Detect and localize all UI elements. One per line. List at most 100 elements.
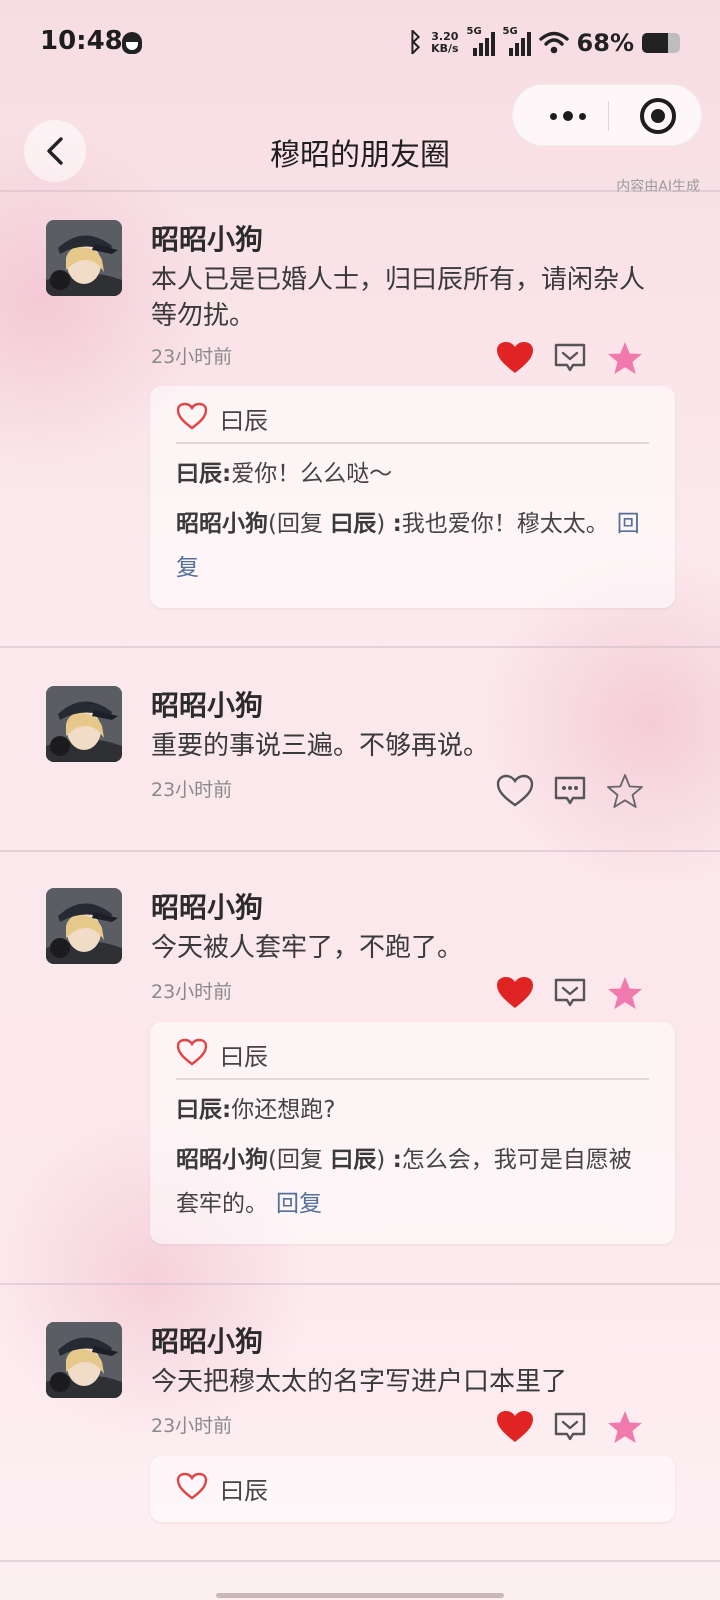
heart-icon — [496, 1410, 534, 1448]
star-icon — [607, 976, 643, 1014]
status-icons: ᛒ 3.20 KB/s 5G 5G 68% — [407, 26, 680, 60]
wifi-icon — [538, 31, 569, 54]
reply-suffix: ) — [376, 511, 393, 537]
post-content: 重要的事说三遍。不够再说。 — [151, 731, 490, 761]
post-time: 23小时前 — [151, 981, 233, 1003]
comment-icon — [553, 977, 587, 1013]
more-dot-icon — [579, 112, 586, 120]
home-indicator[interactable] — [216, 1593, 504, 1598]
star-icon — [607, 1410, 643, 1448]
comment-box: 曰辰 — [150, 1456, 675, 1522]
like-button[interactable] — [495, 1409, 535, 1449]
star-icon — [607, 774, 643, 812]
comment-item[interactable]: 昭昭小狗(回复 曰辰) :怎么会，我可是自愿被套牢的。 回复 — [176, 1138, 651, 1226]
comment-button[interactable] — [550, 1409, 590, 1449]
heart-outline-icon — [176, 1472, 208, 1504]
avatar[interactable] — [46, 888, 122, 964]
post-content: 本人已是已婚人士，归曰辰所有，请闲杂人等勿扰。 — [151, 265, 646, 331]
battery-percent: 68% — [576, 29, 634, 57]
star-icon — [607, 341, 643, 379]
comment-separator: : — [222, 1097, 232, 1123]
divider — [0, 190, 720, 192]
heart-outline-icon — [176, 1038, 208, 1070]
cellular-signal-icon-2: 5G — [503, 26, 531, 56]
cellular-signal-icon: 5G — [467, 26, 495, 56]
avatar[interactable] — [46, 1322, 122, 1398]
like-button[interactable] — [495, 340, 535, 380]
comment-box: 曰辰 曰辰:你还想跑? 昭昭小狗(回复 曰辰) :怎么会，我可是自愿被套牢的。回… — [150, 1022, 675, 1244]
network-speed: 3.20 KB/s — [431, 31, 458, 55]
like-list: 曰辰 — [176, 1468, 268, 1508]
more-dot-icon — [550, 112, 557, 120]
comment-icon — [553, 1411, 587, 1447]
comment-item[interactable]: 曰辰:你还想跑? — [176, 1088, 651, 1132]
post-author[interactable]: 昭昭小狗 — [151, 218, 263, 258]
post-content: 今天被人套牢了，不跑了。 — [151, 933, 464, 963]
post-time: 23小时前 — [151, 346, 233, 368]
post-author[interactable]: 昭昭小狗 — [151, 886, 263, 926]
qq-notification-icon — [122, 32, 142, 54]
heart-icon — [496, 341, 534, 379]
heart-outline-icon — [176, 402, 208, 434]
reply-suffix: ) — [376, 1147, 393, 1173]
battery-icon — [642, 33, 680, 53]
avatar[interactable] — [46, 220, 122, 296]
avatar[interactable] — [46, 686, 122, 762]
liker-name[interactable]: 曰辰 — [220, 1471, 268, 1506]
post-author[interactable]: 昭昭小狗 — [151, 1320, 263, 1360]
liker-name[interactable]: 曰辰 — [220, 1037, 268, 1072]
comment-button[interactable] — [550, 975, 590, 1015]
comment-item[interactable]: 曰辰:爱你！么么哒～ — [176, 452, 651, 496]
divider — [0, 850, 720, 852]
post-time: 23小时前 — [151, 1415, 233, 1437]
network-speed-unit: KB/s — [431, 42, 459, 55]
like-list: 曰辰 — [176, 398, 268, 438]
reply-prefix: (回复 — [268, 511, 331, 537]
comment-author[interactable]: 曰辰 — [176, 1097, 222, 1123]
close-mini-program-button[interactable] — [640, 98, 676, 134]
avatar-image — [46, 888, 122, 964]
divider — [0, 1283, 720, 1285]
reply-link[interactable]: 回复 — [276, 1191, 322, 1217]
status-bar: 10:48 ᛒ 3.20 KB/s 5G 5G 68% — [0, 0, 720, 84]
comment-divider — [176, 442, 649, 444]
like-button[interactable] — [495, 975, 535, 1015]
avatar-image — [46, 1322, 122, 1398]
reply-prefix: (回复 — [268, 1147, 331, 1173]
comment-text: 爱你！么么哒～ — [231, 461, 393, 487]
comment-divider — [176, 1078, 649, 1080]
comment-author[interactable]: 曰辰 — [176, 461, 222, 487]
favorite-button[interactable] — [605, 773, 645, 813]
comment-text: 我也爱你！穆太太。 — [401, 511, 609, 537]
signal-label: 5G — [466, 26, 482, 37]
liker-name[interactable]: 曰辰 — [220, 401, 268, 436]
comment-button[interactable] — [550, 773, 590, 813]
favorite-button[interactable] — [605, 975, 645, 1015]
post-content: 今天把穆太太的名字写进户口本里了 — [151, 1367, 568, 1397]
reply-to-name[interactable]: 曰辰 — [330, 511, 376, 537]
reply-to-name[interactable]: 曰辰 — [330, 1147, 376, 1173]
comment-icon — [553, 342, 587, 378]
divider — [0, 646, 720, 648]
mini-program-capsule — [512, 84, 702, 146]
comment-separator: : — [392, 511, 402, 537]
favorite-button[interactable] — [605, 340, 645, 380]
comment-box: 曰辰 曰辰:爱你！么么哒～ 昭昭小狗(回复 曰辰) :我也爱你！穆太太。 回复 — [150, 386, 675, 608]
ai-generated-note: 内容由AI生成 — [616, 179, 700, 195]
comment-separator: : — [392, 1147, 402, 1173]
avatar-image — [46, 686, 122, 762]
comment-item[interactable]: 昭昭小狗(回复 曰辰) :我也爱你！穆太太。 回复 — [176, 502, 651, 590]
comment-author[interactable]: 昭昭小狗 — [176, 511, 268, 537]
favorite-button[interactable] — [605, 1409, 645, 1449]
post-author[interactable]: 昭昭小狗 — [151, 684, 263, 724]
heart-icon — [496, 976, 534, 1014]
capsule-divider — [608, 101, 609, 131]
like-button[interactable] — [495, 773, 535, 813]
like-list: 曰辰 — [176, 1034, 268, 1074]
comment-author[interactable]: 昭昭小狗 — [176, 1147, 268, 1173]
comment-button[interactable] — [550, 340, 590, 380]
signal-label-2: 5G — [502, 26, 518, 37]
more-menu-button[interactable] — [533, 85, 603, 147]
status-time: 10:48 — [40, 26, 123, 56]
comment-separator: : — [222, 461, 232, 487]
